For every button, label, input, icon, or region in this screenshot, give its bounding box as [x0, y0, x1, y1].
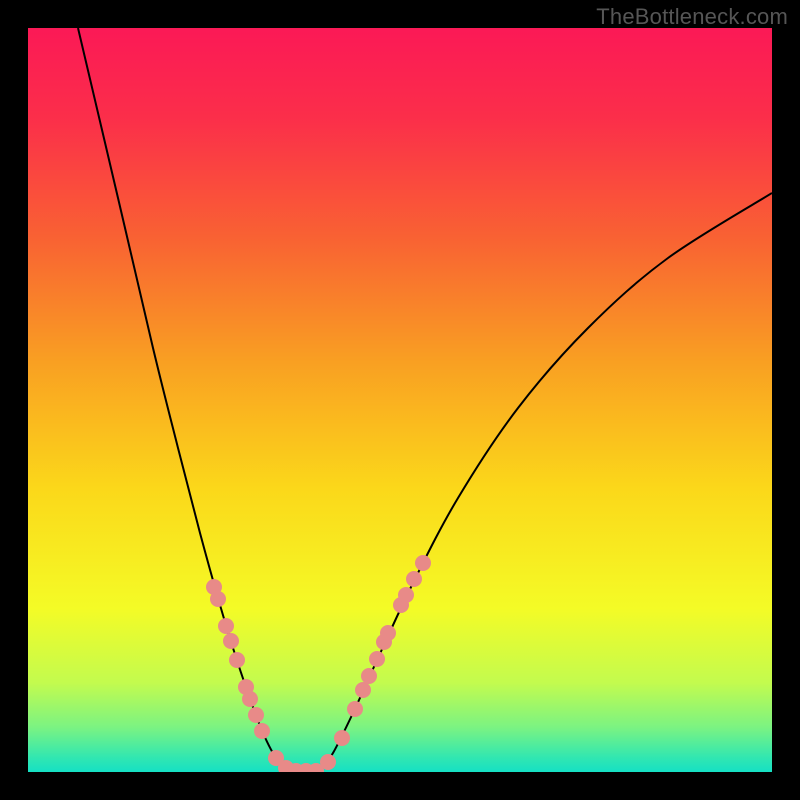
data-point — [347, 701, 363, 717]
data-point — [320, 754, 336, 770]
data-point — [406, 571, 422, 587]
chart-frame: TheBottleneck.com — [0, 0, 800, 800]
data-point — [361, 668, 377, 684]
watermark-text: TheBottleneck.com — [596, 4, 788, 30]
data-point — [242, 691, 258, 707]
data-point — [223, 633, 239, 649]
data-point — [254, 723, 270, 739]
data-point — [369, 651, 385, 667]
data-point — [398, 587, 414, 603]
data-point — [415, 555, 431, 571]
curve-right-branch — [320, 193, 772, 770]
plot-area — [28, 28, 772, 772]
data-point — [380, 625, 396, 641]
data-point — [229, 652, 245, 668]
data-point — [248, 707, 264, 723]
curve-left-branch — [78, 28, 290, 770]
data-point — [334, 730, 350, 746]
curve-layer — [28, 28, 772, 772]
data-point — [210, 591, 226, 607]
data-point — [355, 682, 371, 698]
data-point — [218, 618, 234, 634]
